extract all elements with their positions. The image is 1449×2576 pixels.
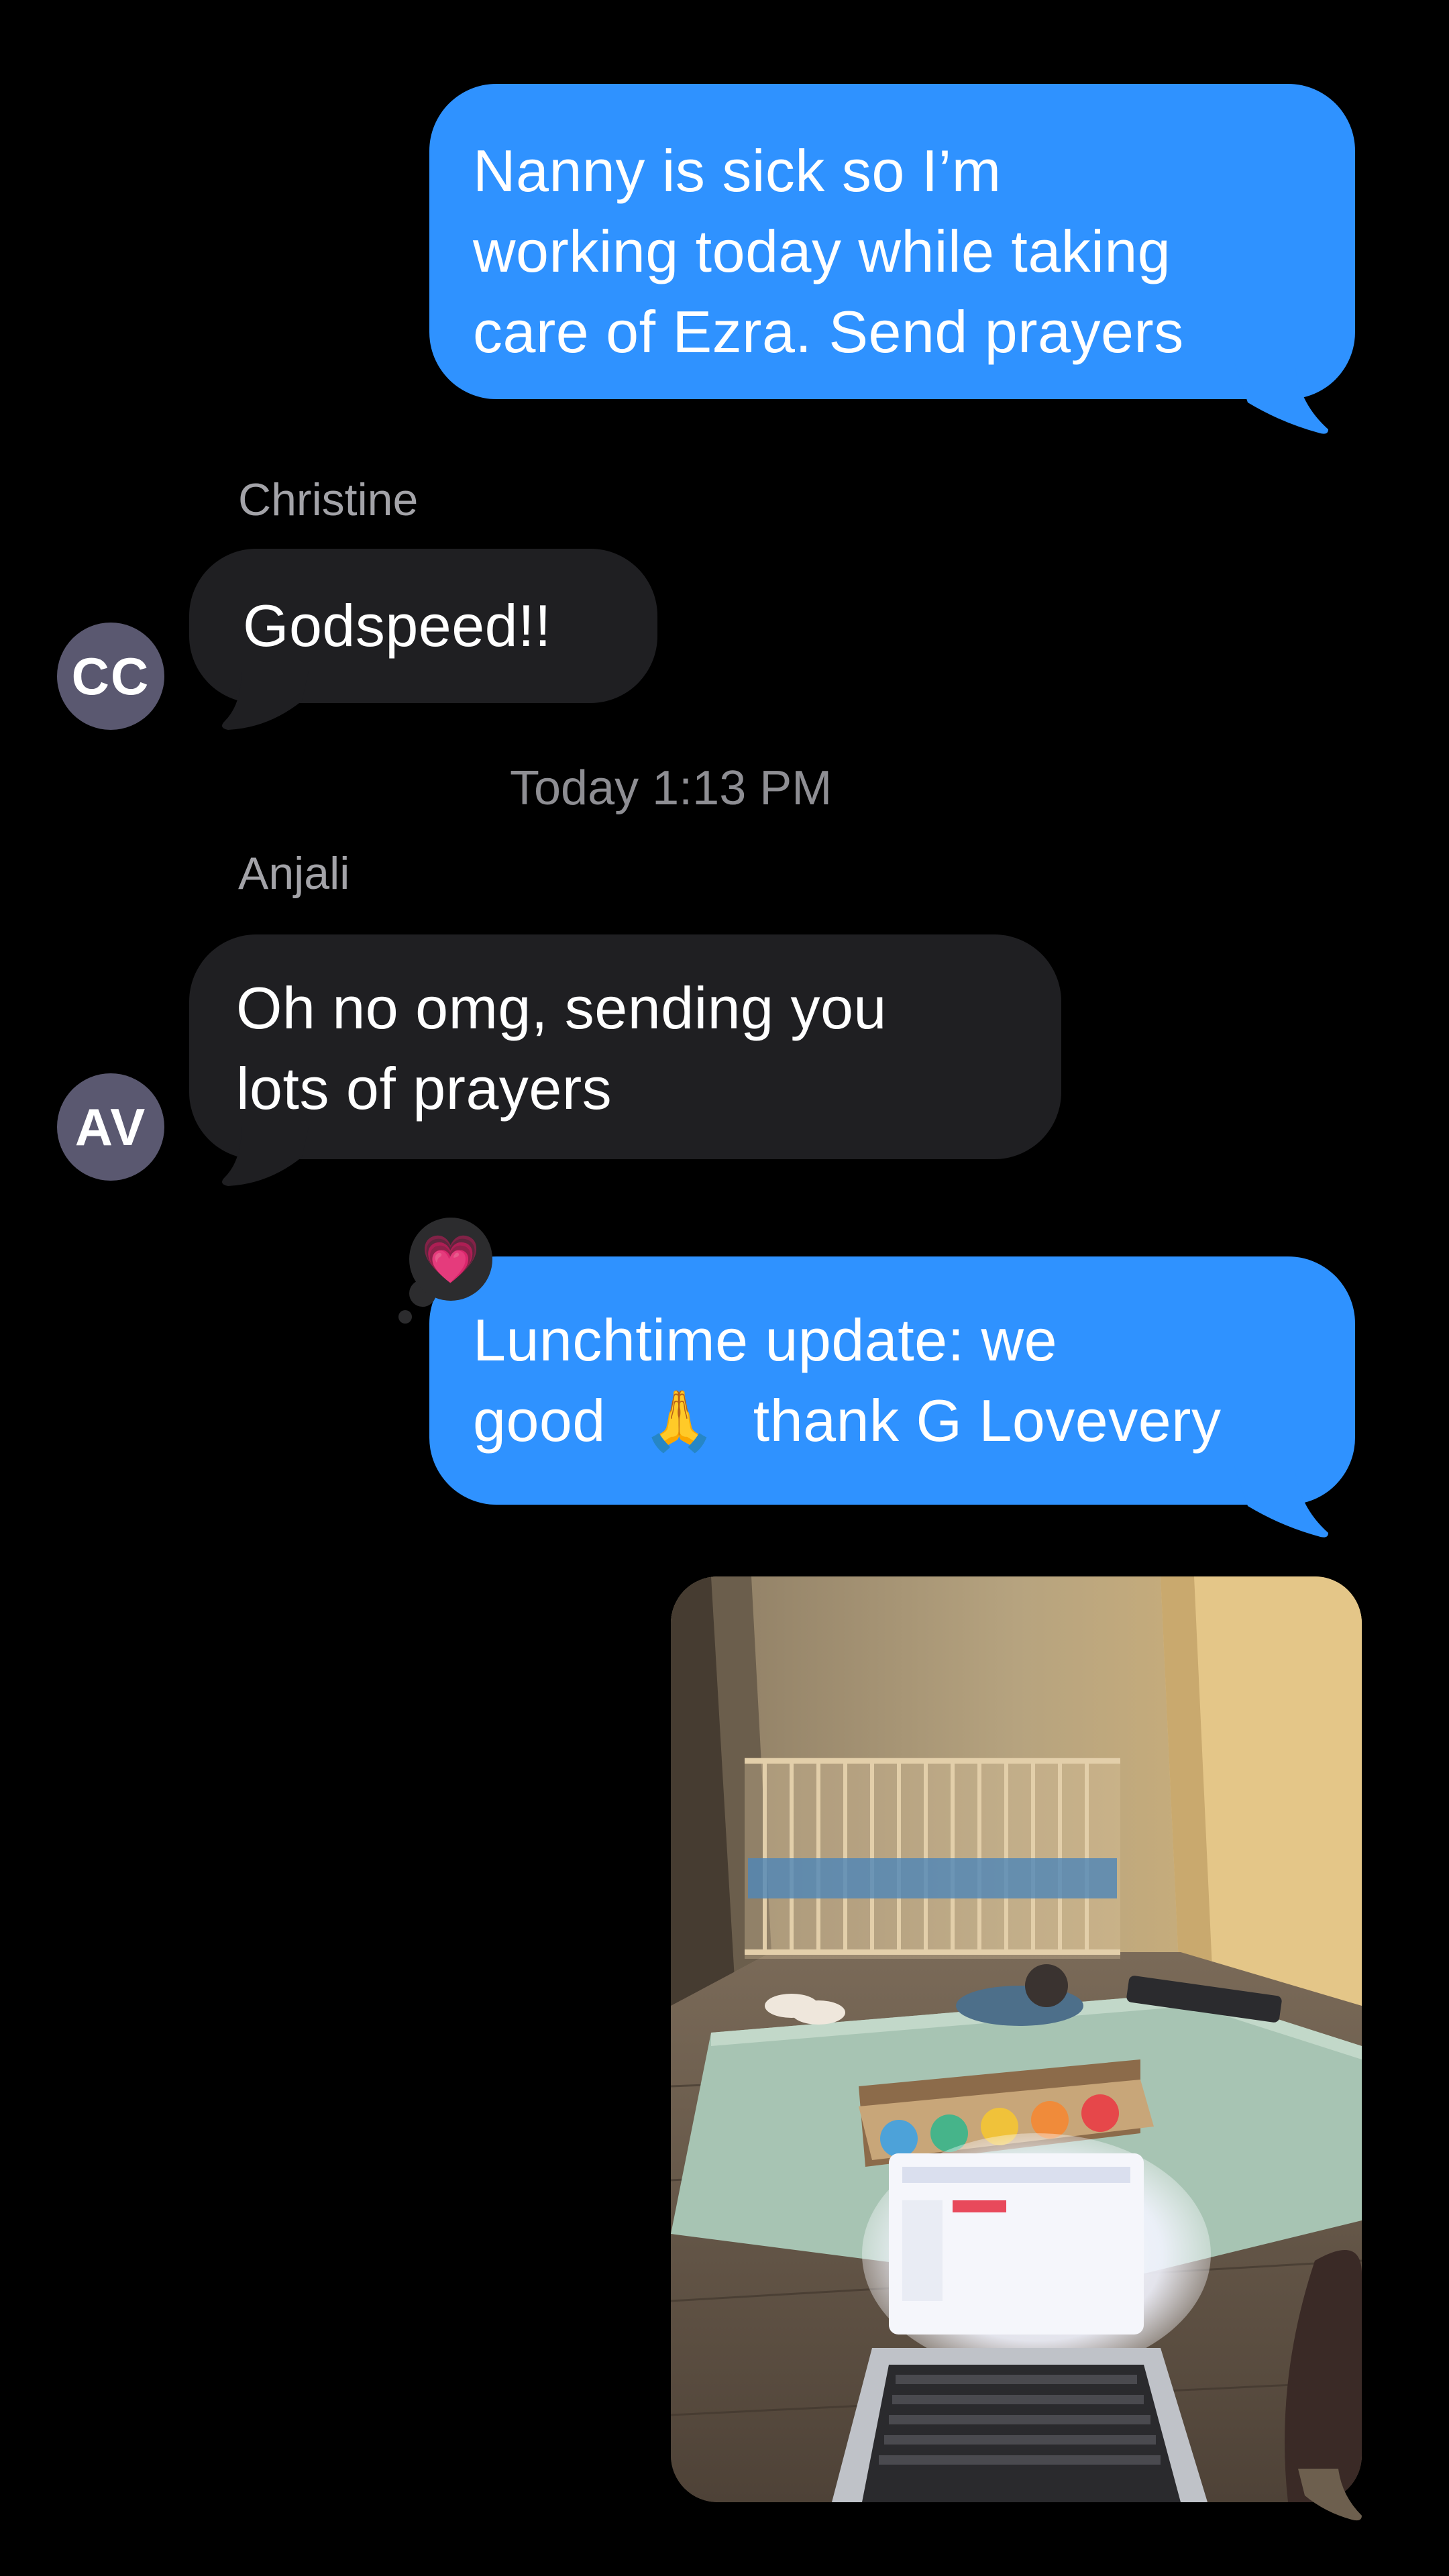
sender-name: Anjali xyxy=(238,848,350,899)
reaction-tail-dot xyxy=(398,1310,412,1324)
timestamp: Today 1:13 PM xyxy=(510,761,833,815)
bubble-tail xyxy=(222,671,309,730)
message-text-line: working today while taking xyxy=(473,218,1171,284)
bubble-tail xyxy=(222,1127,309,1186)
message-text-fragment: good xyxy=(473,1387,606,1454)
folded-hands-emoji-icon: 🙏 xyxy=(642,1387,716,1454)
sender-name: Christine xyxy=(238,474,419,525)
bubble-tail xyxy=(1234,1466,1328,1538)
message-text-line: Oh no omg, sending you xyxy=(236,975,887,1041)
message-text-line: Nanny is sick so I’m xyxy=(473,138,1002,204)
pink-heart-icon: 💗 xyxy=(421,1233,480,1285)
photo-attachment[interactable] xyxy=(671,1576,1362,2502)
avatar[interactable]: CC xyxy=(57,623,164,730)
avatar[interactable]: AV xyxy=(57,1073,164,1181)
message-text-line: good 🙏 thank G Lovevery xyxy=(473,1381,1355,1461)
reaction-badge[interactable]: 💗 xyxy=(409,1218,492,1301)
message-text-line: Lunchtime update: we xyxy=(473,1307,1058,1373)
bubble-tail xyxy=(1234,362,1328,434)
bubble-tail xyxy=(1298,2469,1362,2521)
incoming-message-bubble[interactable]: Oh no omg, sending you lots of prayers xyxy=(189,934,1061,1159)
outgoing-message-bubble[interactable]: Lunchtime update: we good 🙏 thank G Love… xyxy=(429,1256,1355,1505)
message-text-line: care of Ezra. Send prayers xyxy=(473,299,1184,365)
message-text: Godspeed!! xyxy=(243,592,551,659)
outgoing-message-bubble[interactable]: Nanny is sick so I’m working today while… xyxy=(429,84,1355,399)
nursery-photo xyxy=(671,1576,1362,2502)
message-text-line: lots of prayers xyxy=(236,1055,612,1122)
message-text-fragment: thank G Lovevery xyxy=(753,1387,1222,1454)
